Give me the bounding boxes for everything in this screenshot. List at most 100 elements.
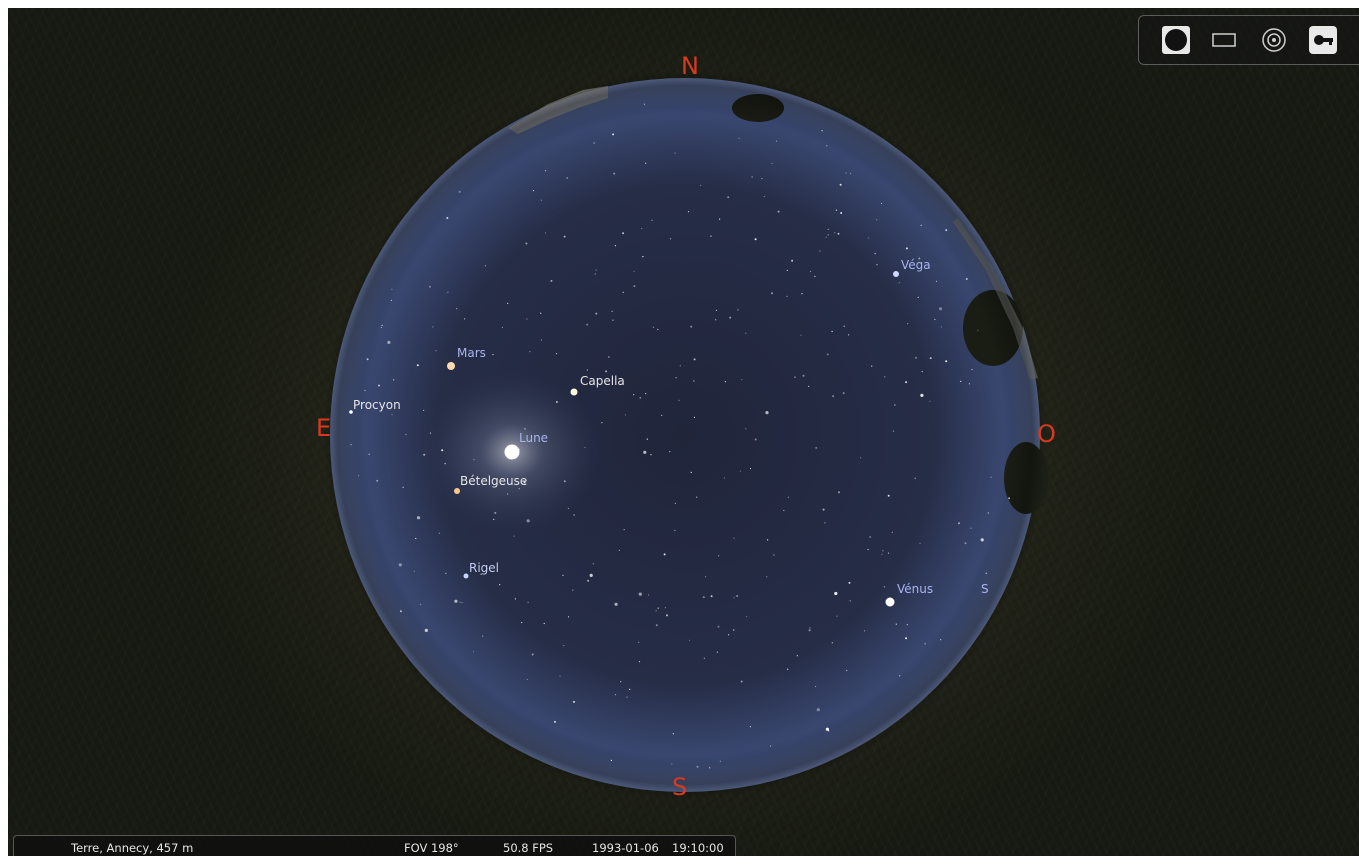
- background-star: [507, 302, 509, 304]
- background-star: [441, 449, 444, 452]
- background-star: [924, 643, 926, 645]
- background-star: [513, 535, 515, 537]
- mars-planet[interactable]: [447, 362, 455, 370]
- background-star: [1008, 497, 1011, 500]
- background-star: [529, 351, 531, 353]
- background-star: [638, 592, 642, 596]
- background-star: [398, 563, 402, 567]
- background-star: [524, 428, 526, 430]
- background-star: [801, 293, 803, 295]
- background-star: [626, 696, 628, 698]
- sky-map[interactable]: Véga Mars Capella Procyon Lune Bételgeus…: [8, 8, 1359, 856]
- background-star: [846, 669, 848, 672]
- background-star: [501, 326, 503, 329]
- background-star: [907, 323, 909, 325]
- background-star: [643, 103, 646, 105]
- sky-viewport[interactable]: Véga Mars Capella Procyon Lune Bételgeus…: [8, 8, 1359, 856]
- background-star: [869, 536, 871, 538]
- background-star: [905, 637, 908, 640]
- date-text[interactable]: 1993-01-06: [592, 841, 659, 855]
- background-star: [652, 326, 655, 328]
- background-star: [810, 270, 812, 273]
- background-star: [935, 280, 938, 282]
- disk-icon[interactable]: [1160, 25, 1192, 55]
- vega-star[interactable]: [893, 271, 899, 277]
- background-star: [645, 393, 647, 395]
- location-text[interactable]: Terre, Annecy, 457 m: [71, 841, 193, 855]
- background-star: [420, 603, 422, 606]
- background-star: [887, 552, 890, 554]
- venus-planet[interactable]: [885, 597, 895, 607]
- background-star: [990, 476, 992, 478]
- rectangle-icon[interactable]: [1209, 25, 1241, 55]
- background-star: [525, 242, 528, 245]
- background-star: [929, 357, 932, 360]
- background-star: [655, 610, 657, 612]
- betelgeuse-star[interactable]: [454, 488, 460, 494]
- background-star: [940, 639, 942, 641]
- background-star: [815, 685, 817, 688]
- background-star: [715, 319, 717, 321]
- background-star: [402, 486, 404, 488]
- background-star: [836, 615, 838, 617]
- background-star: [595, 269, 597, 271]
- background-star: [438, 532, 440, 534]
- background-star: [827, 234, 829, 236]
- background-star: [724, 381, 727, 383]
- vega-label: Véga: [901, 258, 931, 272]
- background-star: [906, 624, 908, 626]
- background-star: [838, 491, 840, 494]
- background-star: [612, 133, 615, 136]
- background-star: [587, 579, 590, 582]
- background-star: [914, 477, 916, 479]
- time-text[interactable]: 19:10:00: [672, 841, 724, 855]
- background-star: [514, 598, 516, 600]
- background-star: [733, 629, 735, 631]
- background-star: [715, 309, 718, 311]
- background-star: [917, 296, 919, 298]
- background-star: [482, 635, 484, 637]
- background-star: [566, 177, 568, 179]
- background-star: [366, 358, 369, 361]
- background-star: [746, 616, 748, 618]
- background-star: [719, 218, 721, 220]
- background-star: [891, 531, 893, 533]
- background-star: [964, 542, 967, 545]
- background-star: [554, 720, 556, 723]
- background-star: [729, 316, 732, 319]
- background-star: [623, 529, 625, 531]
- background-star: [876, 219, 878, 221]
- background-star: [611, 310, 613, 312]
- background-star: [839, 183, 842, 186]
- background-star: [777, 210, 780, 213]
- background-star: [787, 668, 789, 670]
- rigel-star[interactable]: [463, 573, 469, 579]
- background-star: [773, 554, 775, 556]
- background-star: [696, 496, 698, 498]
- background-star: [458, 190, 461, 193]
- background-star: [826, 145, 828, 147]
- background-star: [826, 353, 829, 356]
- capella-star[interactable]: [570, 388, 578, 396]
- background-star: [555, 401, 558, 403]
- background-star: [737, 309, 739, 311]
- key-icon[interactable]: [1307, 25, 1339, 55]
- background-star: [464, 318, 466, 320]
- rigel-label: Rigel: [469, 561, 499, 575]
- background-star: [945, 229, 948, 232]
- background-star: [940, 326, 943, 328]
- moon[interactable]: [504, 444, 520, 460]
- background-star: [416, 516, 421, 520]
- background-star: [688, 639, 691, 641]
- background-star: [526, 318, 528, 320]
- background-star: [473, 459, 475, 461]
- background-star: [350, 444, 352, 446]
- fps-text: 50.8 FPS: [503, 841, 554, 855]
- background-star: [567, 616, 570, 618]
- background-star: [612, 319, 614, 321]
- background-star: [821, 130, 823, 132]
- target-icon[interactable]: [1258, 25, 1290, 55]
- background-star: [867, 548, 869, 551]
- background-star: [657, 607, 659, 609]
- background-star: [445, 572, 447, 574]
